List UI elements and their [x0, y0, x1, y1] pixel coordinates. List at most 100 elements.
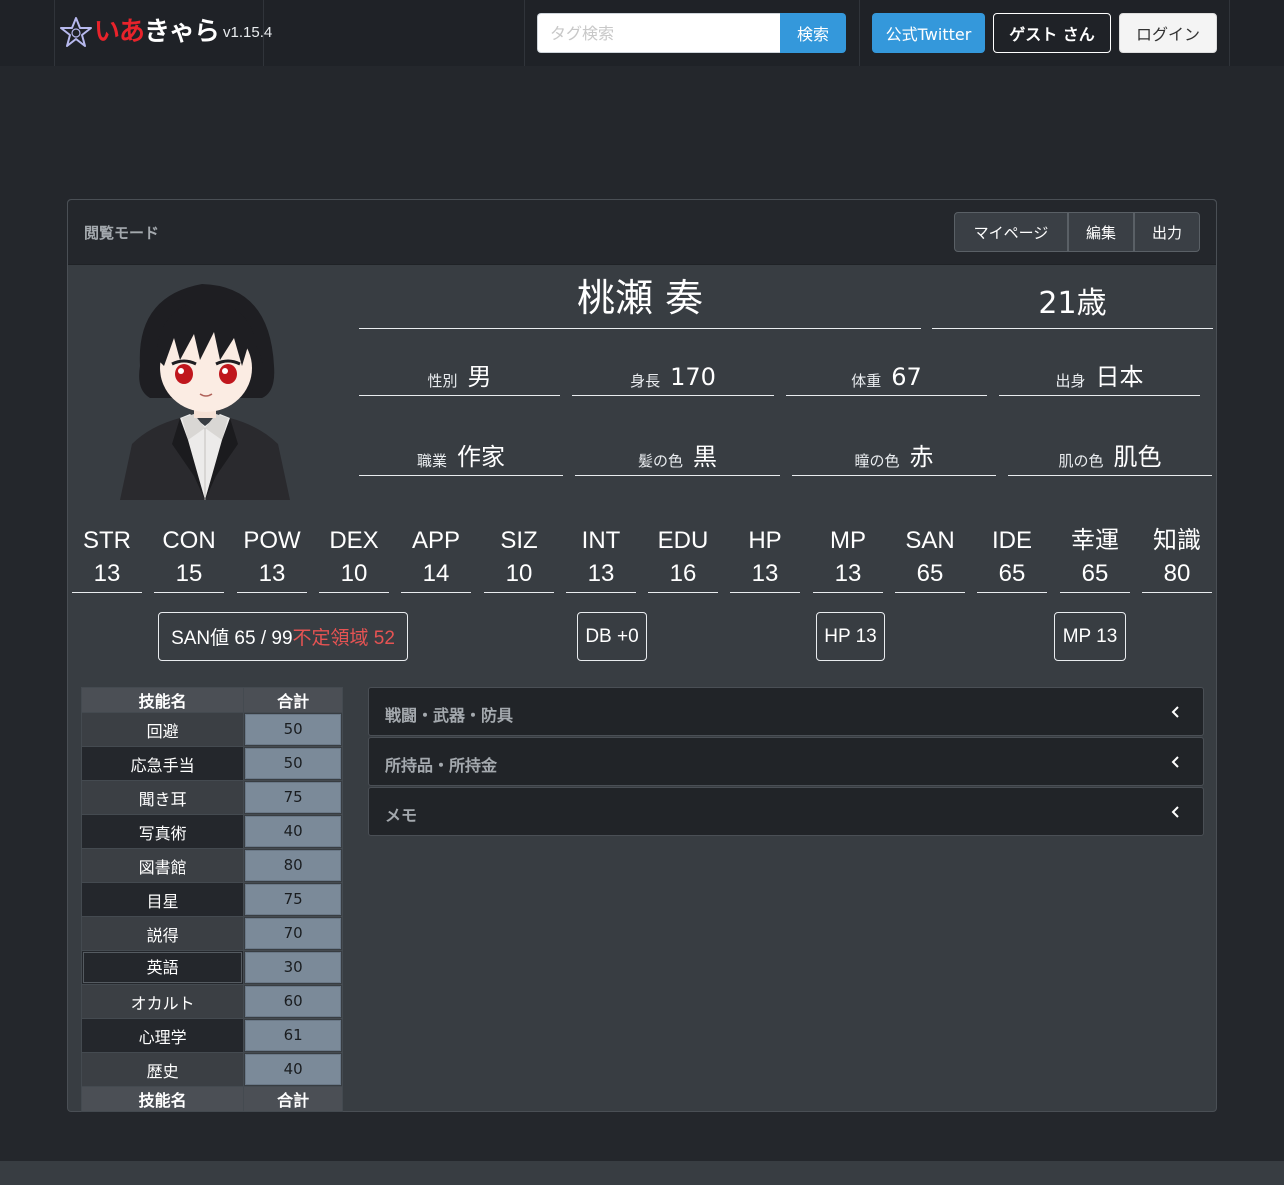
table-row: 図書館 80	[80, 848, 343, 883]
output-button[interactable]: 出力	[1134, 212, 1200, 252]
stat-value: 10	[319, 556, 389, 593]
nav-divider	[54, 0, 55, 66]
stat-value: 14	[401, 556, 471, 593]
info-value: 170	[670, 363, 716, 391]
stat-value: 15	[154, 556, 224, 593]
info-label: 瞳の色	[854, 452, 900, 470]
edit-button[interactable]: 編集	[1068, 212, 1134, 252]
character-avatar	[120, 284, 290, 500]
character-name-field: 桃瀬 奏	[359, 268, 921, 329]
info-gender: 性別 男	[359, 356, 560, 396]
stat-name: CON	[162, 527, 216, 554]
info-origin: 出身 日本	[999, 356, 1200, 396]
skills-header-name: 技能名	[80, 687, 245, 713]
skill-name: 歴史	[80, 1052, 245, 1087]
info-label: 身長	[630, 372, 661, 390]
stat-dex: DEX 10	[319, 526, 389, 593]
table-row: 応急手当 50	[80, 746, 343, 781]
table-row: 英語 30	[80, 950, 343, 985]
info-label: 体重	[851, 372, 882, 390]
tag-search-input[interactable]	[537, 13, 780, 53]
skills-table: 技能名 合計 回避 50 応急手当 50 聞き耳 75 写真術 40 図書館 80 目星 7…	[80, 687, 343, 1112]
stat-value: 80	[1142, 556, 1212, 593]
stat-name: HP	[748, 527, 782, 554]
search-button[interactable]: 検索	[780, 13, 846, 53]
stat-value: 13	[72, 556, 142, 593]
info-label: 性別	[427, 372, 458, 390]
login-button[interactable]: ログイン	[1119, 13, 1217, 53]
table-row: 説得 70	[80, 916, 343, 951]
info-hair-color: 髪の色 黒	[575, 436, 780, 476]
character-age-field: 21歳	[932, 268, 1213, 329]
stat-value: 65	[977, 556, 1047, 593]
stat-luck: 幸運 65	[1060, 526, 1130, 593]
stat-siz: SIZ 10	[484, 526, 554, 593]
info-value: 黒	[693, 443, 717, 471]
stat-name: MP	[830, 527, 866, 554]
logo-text: いあきゃら	[94, 17, 220, 47]
info-label: 肌の色	[1058, 452, 1104, 470]
nav-divider	[1229, 0, 1230, 66]
stat-name: SAN	[905, 527, 955, 554]
skill-name: 写真術	[80, 814, 245, 849]
skill-name: 応急手当	[80, 746, 245, 781]
stat-ide: IDE 65	[977, 526, 1047, 593]
info-value: 赤	[909, 443, 934, 471]
skill-total: 50	[245, 714, 341, 745]
page-footer	[0, 1161, 1284, 1185]
stat-name: 知識	[1153, 527, 1201, 554]
mp-badge: MP 13	[1054, 612, 1126, 661]
info-label: 職業	[416, 452, 447, 470]
nav-divider	[524, 0, 525, 66]
skill-name: オカルト	[80, 984, 245, 1019]
stat-edu: EDU 16	[648, 526, 718, 593]
info-value: 肌色	[1113, 443, 1162, 471]
stat-name: IDE	[991, 527, 1032, 554]
accordion-title: 所持品・所持金	[385, 756, 498, 775]
stat-hp: HP 13	[730, 526, 800, 593]
skill-name: 心理学	[80, 1018, 245, 1053]
official-twitter-button[interactable]: 公式Twitter	[872, 13, 985, 53]
stat-pow: POW 13	[237, 526, 307, 593]
table-row: 歴史 40	[80, 1052, 343, 1087]
hp-badge: HP 13	[816, 612, 885, 661]
stat-value: 65	[1060, 556, 1130, 593]
accordion-inventory[interactable]: 所持品・所持金	[368, 737, 1204, 786]
top-navbar: いあきゃら v1.15.4 検索 公式Twitter ゲスト さん ログイン	[0, 0, 1284, 66]
stat-name: INT	[581, 527, 621, 554]
skill-name: 図書館	[80, 848, 245, 883]
accordion-memo[interactable]: メモ	[368, 787, 1204, 836]
table-row: オカルト 60	[80, 984, 343, 1019]
info-value: 男	[467, 363, 492, 391]
stat-con: CON 15	[154, 526, 224, 593]
skill-name: 回避	[80, 712, 245, 747]
table-row: 心理学 61	[80, 1018, 343, 1053]
skill-total: 60	[245, 986, 341, 1017]
brand-logo[interactable]: いあきゃら v1.15.4	[60, 14, 272, 50]
accordion-combat[interactable]: 戦闘・武器・防具	[368, 687, 1204, 736]
san-value: SAN値 65 / 99	[171, 628, 293, 649]
skill-total: 80	[245, 850, 341, 881]
accordion-title: 戦闘・武器・防具	[385, 706, 514, 725]
skill-total: 75	[245, 884, 341, 915]
stat-int: INT 13	[566, 526, 636, 593]
stat-san: SAN 65	[895, 526, 965, 593]
stat-name: 幸運	[1071, 527, 1119, 554]
mypage-button[interactable]: マイページ	[954, 212, 1068, 252]
skill-total: 75	[245, 782, 341, 813]
guest-user-button[interactable]: ゲスト さん	[993, 13, 1111, 53]
stat-app: APP 14	[401, 526, 471, 593]
info-occupation: 職業 作家	[359, 436, 563, 476]
stat-value: 13	[566, 556, 636, 593]
skill-name: 目星	[80, 882, 245, 917]
table-row: 聞き耳 75	[80, 780, 343, 815]
nav-divider	[859, 0, 860, 66]
view-mode-label: 閲覧モード	[84, 224, 160, 242]
stat-value: 13	[813, 556, 883, 593]
skill-total: 40	[245, 1054, 341, 1085]
info-value: 日本	[1095, 363, 1144, 391]
skill-name: 英語	[83, 952, 243, 983]
skill-name: 聞き耳	[80, 780, 245, 815]
star-logo-icon	[60, 17, 92, 47]
chevron-left-icon	[1171, 806, 1179, 818]
